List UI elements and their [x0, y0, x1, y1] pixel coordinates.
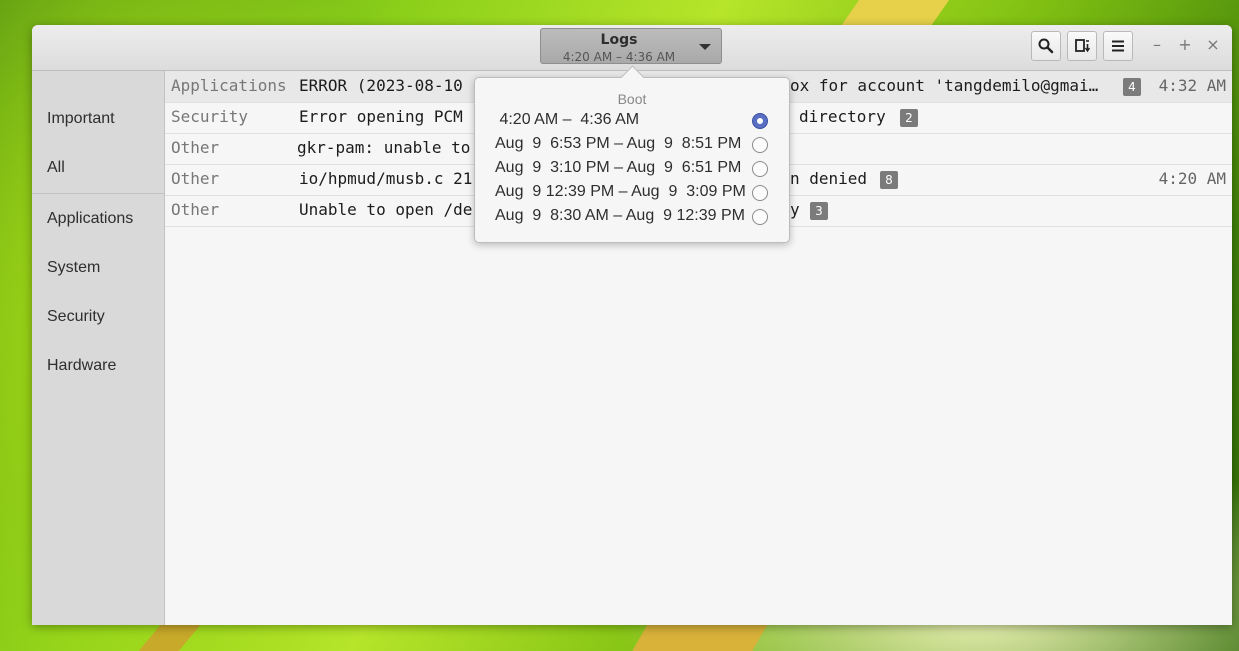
- boot-item-label: Aug 9 6:53 PM – Aug 9 8:51 PM: [495, 135, 742, 152]
- window-subtitle: 4:20 AM – 4:36 AM: [562, 50, 676, 64]
- export-icon: [1075, 39, 1091, 53]
- window-title: Logs: [600, 32, 638, 48]
- boot-item[interactable]: Aug 9 12:39 PM – Aug 9 3:09 PM: [475, 181, 789, 205]
- boot-item-label: Aug 9 3:10 PM – Aug 9 6:51 PM: [495, 159, 742, 176]
- radio-icon[interactable]: [752, 161, 768, 177]
- sidebar-divider: [32, 193, 164, 194]
- minimize-icon[interactable]: –: [1149, 37, 1165, 53]
- log-message-tail: n denied: [790, 169, 868, 188]
- export-button[interactable]: [1067, 31, 1097, 61]
- log-message: ERROR (2023-08-10: [299, 76, 463, 95]
- log-message-tail: y: [790, 200, 800, 219]
- log-message: io/hpmud/musb.c 21: [299, 169, 473, 188]
- radio-icon[interactable]: [752, 185, 768, 201]
- search-button[interactable]: [1031, 31, 1061, 61]
- close-icon[interactable]: ×: [1205, 37, 1221, 53]
- boot-item[interactable]: Aug 9 8:30 AM – Aug 9 12:39 PM: [475, 205, 789, 229]
- boot-item-label: Aug 9 12:39 PM – Aug 9 3:09 PM: [495, 183, 746, 200]
- sidebar-item-security[interactable]: Security: [47, 308, 105, 326]
- search-icon: [1038, 38, 1054, 54]
- boot-popover: Boot 4:20 AM – 4:36 AM Aug 9 6:53 PM – A…: [474, 65, 790, 243]
- sidebar-item-system[interactable]: System: [47, 259, 100, 277]
- maximize-icon[interactable]: +: [1177, 37, 1193, 53]
- log-message-tail: directory: [799, 107, 886, 126]
- boot-item[interactable]: 4:20 AM – 4:36 AM: [475, 109, 789, 133]
- boot-item-label: Aug 9 8:30 AM – Aug 9 12:39 PM: [495, 207, 745, 224]
- log-message-tail: ox for account 'tangdemilo@gmai…: [790, 76, 1099, 95]
- log-message: gkr-pam: unable to: [297, 138, 471, 157]
- popover-title: Boot: [617, 91, 647, 107]
- boot-item[interactable]: Aug 9 6:53 PM – Aug 9 8:51 PM: [475, 133, 789, 157]
- radio-selected-icon[interactable]: [752, 113, 768, 129]
- radio-icon[interactable]: [752, 209, 768, 225]
- boot-item[interactable]: Aug 9 3:10 PM – Aug 9 6:51 PM: [475, 157, 789, 181]
- log-time: 4:20 AM: [1158, 169, 1226, 188]
- log-category: Other: [171, 200, 220, 219]
- category-sidebar: Important All Applications System Securi…: [32, 71, 165, 625]
- log-category: Other: [171, 169, 220, 188]
- hamburger-menu-icon: [1112, 40, 1124, 52]
- log-category: Security: [171, 107, 249, 126]
- log-count-badge: 3: [810, 202, 828, 220]
- sidebar-item-applications[interactable]: Applications: [47, 210, 133, 228]
- radio-icon[interactable]: [752, 137, 768, 153]
- log-message: Unable to open /de: [299, 200, 473, 219]
- sidebar-item-important[interactable]: Important: [47, 110, 115, 128]
- chevron-down-icon: [699, 44, 711, 50]
- log-category: Other: [171, 138, 220, 157]
- log-message: Error opening PCM: [299, 107, 463, 126]
- wallpaper-stripe: [632, 624, 768, 651]
- wallpaper-stripe: [138, 624, 202, 651]
- menu-button[interactable]: [1103, 31, 1133, 61]
- boot-item-label: 4:20 AM – 4:36 AM: [495, 111, 640, 128]
- log-time: 4:32 AM: [1158, 76, 1226, 95]
- boot-selector-button[interactable]: Logs 4:20 AM – 4:36 AM: [540, 28, 722, 64]
- sidebar-item-hardware[interactable]: Hardware: [47, 357, 116, 375]
- wallpaper-stripe: [840, 0, 950, 26]
- log-count-badge: 4: [1123, 78, 1141, 96]
- log-count-badge: 2: [900, 109, 918, 127]
- log-count-badge: 8: [880, 171, 898, 189]
- log-category: Applications: [171, 76, 287, 95]
- sidebar-item-all[interactable]: All: [47, 159, 65, 177]
